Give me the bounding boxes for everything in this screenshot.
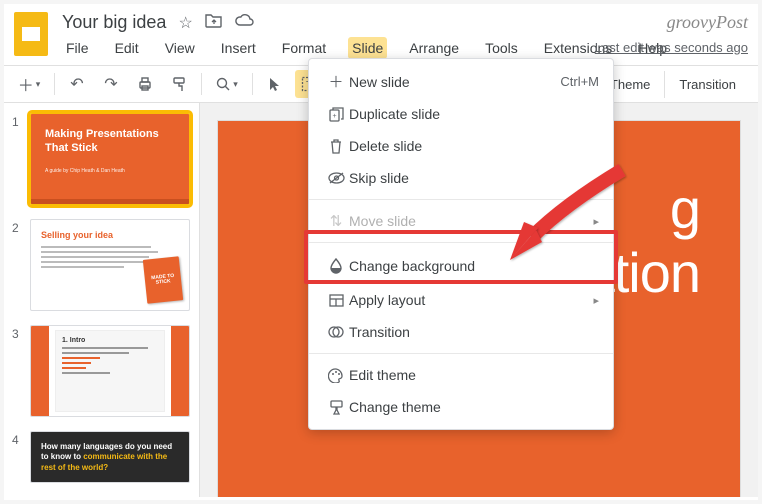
menu-edit[interactable]: Edit bbox=[111, 37, 143, 59]
svg-text:+: + bbox=[332, 113, 336, 120]
print-button[interactable] bbox=[131, 70, 159, 98]
transition-icon bbox=[323, 325, 349, 339]
star-icon[interactable]: ☆ bbox=[178, 13, 192, 33]
menu-new-slide[interactable]: ＋ New slide Ctrl+M bbox=[309, 65, 613, 98]
menu-view[interactable]: View bbox=[161, 37, 199, 59]
thumb-title: Making Presentations That Stick bbox=[45, 128, 175, 156]
menu-insert[interactable]: Insert bbox=[217, 37, 260, 59]
menu-move-slide: ⇅ Move slide ▸ bbox=[309, 205, 613, 237]
thumb-2[interactable]: Selling your idea MADE TO STICK bbox=[30, 219, 190, 311]
transition-button[interactable]: Transition bbox=[664, 71, 750, 98]
menu-file[interactable]: File bbox=[62, 37, 93, 59]
app-header: Your big idea ☆ File Edit View Insert Fo… bbox=[4, 4, 758, 59]
zoom-button[interactable]: ▾ bbox=[210, 70, 244, 98]
thumb-number: 4 bbox=[12, 431, 22, 483]
menu-skip-slide[interactable]: Skip slide bbox=[309, 162, 613, 194]
theme-brush-icon bbox=[323, 400, 349, 415]
thumb-1[interactable]: Making Presentations That Stick A guide … bbox=[30, 113, 190, 205]
submenu-arrow-icon: ▸ bbox=[593, 215, 599, 228]
new-slide-button[interactable]: ＋ ▾ bbox=[12, 70, 46, 98]
droplet-icon bbox=[323, 258, 349, 274]
thumb-3[interactable]: 1. Intro bbox=[30, 325, 190, 417]
plus-icon: ＋ bbox=[323, 71, 349, 92]
menu-apply-layout[interactable]: Apply layout ▸ bbox=[309, 284, 613, 316]
doc-title[interactable]: Your big idea bbox=[62, 12, 166, 33]
menu-arrange[interactable]: Arrange bbox=[405, 37, 463, 59]
menu-change-theme[interactable]: Change theme bbox=[309, 391, 613, 423]
move-folder-icon[interactable] bbox=[205, 13, 222, 33]
menu-format[interactable]: Format bbox=[278, 37, 330, 59]
menu-duplicate-slide[interactable]: + Duplicate slide bbox=[309, 98, 613, 130]
menu-tools[interactable]: Tools bbox=[481, 37, 522, 59]
thumb-4[interactable]: How many languages do you need to know t… bbox=[30, 431, 190, 483]
palette-icon bbox=[323, 368, 349, 383]
thumb-number: 3 bbox=[12, 325, 22, 417]
menu-slide[interactable]: Slide bbox=[348, 37, 387, 59]
menu-change-background[interactable]: Change background bbox=[309, 248, 613, 284]
undo-button[interactable]: ↶ bbox=[63, 70, 91, 98]
paint-format-button[interactable] bbox=[165, 70, 193, 98]
thumb-number: 1 bbox=[12, 113, 22, 205]
menu-delete-slide[interactable]: Delete slide bbox=[309, 130, 613, 162]
cloud-status-icon[interactable] bbox=[234, 13, 254, 32]
select-tool[interactable] bbox=[261, 70, 289, 98]
skip-icon bbox=[323, 172, 349, 184]
move-icon: ⇅ bbox=[323, 212, 349, 230]
watermark: groovyPost bbox=[667, 12, 748, 33]
edit-status[interactable]: Last edit was seconds ago bbox=[595, 40, 748, 55]
menu-edit-theme[interactable]: Edit theme bbox=[309, 359, 613, 391]
slide-menu-dropdown: ＋ New slide Ctrl+M + Duplicate slide Del… bbox=[308, 58, 614, 430]
thumb-number: 2 bbox=[12, 219, 22, 311]
menu-transition[interactable]: Transition bbox=[309, 316, 613, 348]
trash-icon bbox=[323, 139, 349, 154]
slide-panel: 1 Making Presentations That Stick A guid… bbox=[4, 103, 200, 497]
redo-button[interactable]: ↷ bbox=[97, 70, 125, 98]
slides-logo[interactable] bbox=[14, 12, 48, 56]
layout-icon bbox=[323, 294, 349, 307]
duplicate-icon: + bbox=[323, 107, 349, 122]
submenu-arrow-icon: ▸ bbox=[593, 294, 599, 307]
